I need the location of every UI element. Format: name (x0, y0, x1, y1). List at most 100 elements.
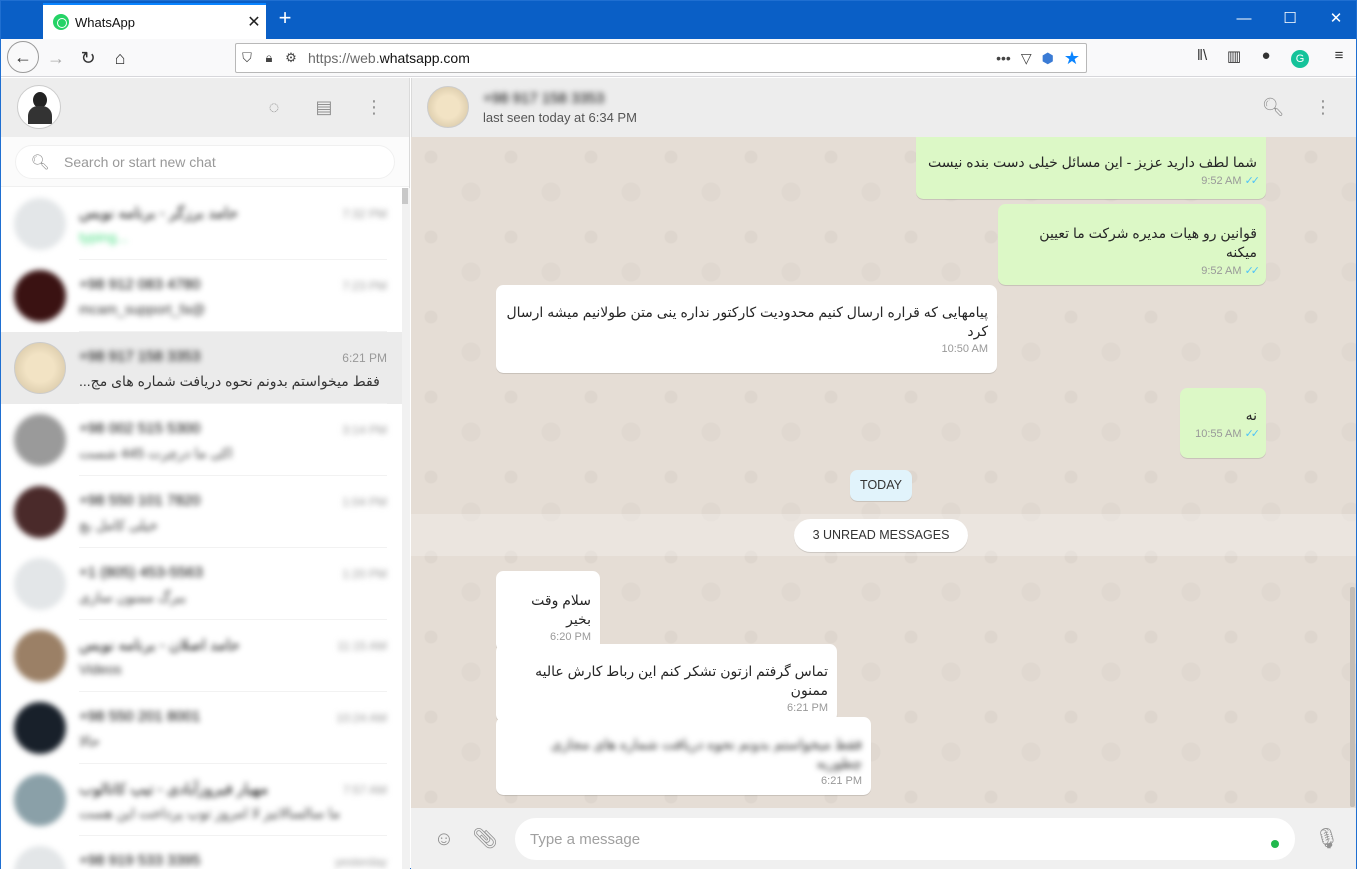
more-actions-icon[interactable]: ••• (996, 50, 1011, 66)
reload-button[interactable]: ↻ (73, 43, 103, 73)
search-messages-icon[interactable]: 🔍︎ (1261, 95, 1285, 119)
incoming-message[interactable]: فقط میخواستم بدونم نحوه دریافت شماره های… (496, 717, 871, 795)
browser-tab[interactable]: WhatsApp ✕ (43, 3, 266, 39)
chat-name: +98 919 533 3395 (79, 852, 201, 869)
chat-avatar (14, 774, 66, 826)
chat-list-item[interactable]: +98 917 158 3353 6:21 PM فقط میخواستم بدون… (1, 332, 403, 404)
conversation-header[interactable]: +98 917 158 3353 last seen today at 6:34… (411, 78, 1356, 137)
chat-list-item[interactable]: +98 550 201 8001 10:24 AM حالا (1, 692, 403, 764)
incoming-message[interactable]: تماس گرفتم ازتون تشکر کنم این رباط کارش … (496, 644, 837, 722)
chat-list-item[interactable]: +98 002 515 5300 3:14 PM اکی ما درچرت 445 … (1, 404, 403, 476)
chat-time: 1:20 PM (342, 567, 387, 581)
outgoing-message[interactable]: نه 10:55 AM ✓✓ (1180, 388, 1266, 458)
forward-button[interactable]: → (41, 43, 71, 73)
message-text: شما لطف دارید عزیز - این مسائل خیلی دست … (928, 154, 1257, 170)
chat-preview: خیلی کامل بچ (79, 517, 158, 533)
address-bar[interactable]: ⛉ 🔒︎ ⚙ https://web.whatsapp.com ••• ▽ ⬢ … (235, 43, 1087, 73)
sidebar-header: ◌ ▤ ⋮ (1, 78, 409, 137)
conversation-scroll-thumb[interactable] (1350, 587, 1355, 807)
chat-name: +98 002 515 5300 (79, 420, 201, 437)
chat-time: 1:04 PM (342, 495, 387, 509)
status-icon[interactable]: ◌ (262, 95, 286, 119)
incoming-message[interactable]: سلام وقت بخیر 6:20 PM (496, 571, 600, 651)
tab-title: WhatsApp (75, 14, 135, 30)
chat-list-item[interactable]: +98 550 101 7820 1:04 PM خیلی کامل بچ (1, 476, 403, 548)
browser-window: WhatsApp ✕ + — ☐ ✕ ← → ↻ ⌂ ⛉ 🔒︎ ⚙ https:… (0, 0, 1357, 869)
chat-avatar (14, 702, 66, 754)
search-area: 🔍︎ (1, 137, 409, 187)
chat-avatar (14, 270, 66, 322)
chat-list-item[interactable]: حامد برزگر - برنامه نویس 7:32 PM typing... (1, 188, 403, 260)
chat-avatar (14, 414, 66, 466)
unread-messages-chip: 3 UNREAD MESSAGES (794, 519, 968, 552)
chat-name: مهیار فیروزآبادی - تیپ کاتالوب (79, 781, 269, 798)
chat-name: +98 550 201 8001 (79, 708, 201, 725)
grammarly-dot-icon[interactable] (1271, 840, 1279, 848)
bookmark-star-icon[interactable]: ★ (1064, 48, 1080, 69)
conversation-menu-icon[interactable]: ⋮ (1311, 95, 1335, 119)
chat-preview: Videos (79, 661, 122, 677)
outgoing-message[interactable]: قوانین رو هیات مدیره شرکت ما تعیین میکنه… (998, 204, 1266, 285)
whatsapp-app: ◌ ▤ ⋮ 🔍︎ حامد برزگر - برنامه نویس 7:32 PM… (1, 78, 1356, 869)
my-avatar[interactable] (17, 85, 61, 129)
lock-icon[interactable]: 🔒︎ (258, 50, 280, 66)
message-text: سلام وقت بخیر (531, 592, 591, 627)
message-input[interactable] (530, 830, 1271, 848)
chat-avatar (14, 486, 66, 538)
chat-preview: اکی ما درچرت 445 شست (79, 445, 233, 461)
chat-name: +98 917 158 3353 (79, 348, 201, 365)
search-box[interactable]: 🔍︎ (15, 145, 395, 179)
message-text: تماس گرفتم ازتون تشکر کنم این رباط کارش … (535, 663, 828, 698)
chat-list-item[interactable]: حامد اصلان - برنامه نویس 11:15 AM Videos (1, 620, 403, 692)
maximize-icon[interactable]: ☐ (1267, 7, 1313, 31)
close-tab-icon[interactable]: ✕ (242, 12, 266, 32)
close-window-icon[interactable]: ✕ (1313, 7, 1357, 31)
chat-time: 7:23 PM (342, 279, 387, 293)
compose-box[interactable] (515, 818, 1295, 860)
message-text: فقط میخواستم بدونم نحوه دریافت شماره های… (550, 736, 862, 771)
message-area[interactable]: TODAY 3 UNREAD MESSAGES شما لطف دارید عز… (411, 137, 1356, 808)
account-icon[interactable]: ● (1255, 47, 1277, 64)
chat-list-item[interactable]: +98 912 083 4780 7:23 PM @mcam_support_fa (1, 260, 403, 332)
new-tab-button[interactable]: + (273, 7, 297, 31)
url-text[interactable]: https://web.whatsapp.com (308, 50, 996, 66)
minimize-icon[interactable]: — (1221, 7, 1267, 31)
home-button[interactable]: ⌂ (105, 43, 135, 73)
read-receipt-icon: ✓✓ (1244, 265, 1261, 277)
chat-preview: حالا (79, 733, 100, 749)
emoji-icon[interactable]: ☺ (431, 826, 457, 852)
navigation-bar: ← → ↻ ⌂ ⛉ 🔒︎ ⚙ https://web.whatsapp.com … (1, 39, 1356, 77)
attach-icon[interactable]: 📎︎ (472, 826, 498, 852)
extension-icon[interactable]: ⬢ (1042, 50, 1054, 67)
chat-list-item[interactable]: +98 919 533 3395 yesterday (1, 836, 403, 869)
new-chat-icon[interactable]: ▤ (312, 95, 336, 119)
tab-strip: WhatsApp ✕ + — ☐ ✕ (1, 1, 1356, 39)
chat-preview: typing... (79, 229, 129, 245)
menu-dots-icon[interactable]: ⋮ (362, 95, 386, 119)
permissions-icon[interactable]: ⚙ (280, 50, 302, 66)
chat-list-item[interactable]: مهیار فیروزآبادی - تیپ کاتالوب 7:57 AM ما … (1, 764, 403, 836)
menu-icon[interactable]: ≡ (1328, 47, 1350, 64)
library-icon[interactable]: ‖\ (1191, 47, 1213, 64)
chat-name: +98 912 083 4780 (79, 276, 201, 293)
chat-avatar (14, 630, 66, 682)
sidebar-scrollbar[interactable] (402, 188, 410, 869)
sidebar-scroll-thumb[interactable] (402, 188, 408, 204)
microphone-icon[interactable]: 🎙︎ (1314, 826, 1340, 852)
chat-time: 11:15 AM (337, 639, 387, 653)
contact-avatar[interactable] (427, 86, 469, 128)
back-button[interactable]: ← (7, 41, 39, 73)
incoming-message[interactable]: پیامهایی که قراره ارسال کنیم محدودیت کار… (496, 285, 997, 373)
shield-icon[interactable]: ⛉ (236, 50, 258, 66)
message-time: 6:20 PM (550, 631, 591, 643)
message-time: 10:50 AM (941, 343, 988, 355)
chat-time: 3:14 PM (342, 423, 387, 437)
contact-name[interactable]: +98 917 158 3353 (483, 90, 604, 107)
search-input[interactable] (64, 154, 394, 170)
sidebar-toggle-icon[interactable]: ▥ (1223, 47, 1245, 65)
chat-list-item[interactable]: +1 (805) 453-5563 1:20 PM ببرگ ممنون سازی (1, 548, 403, 620)
grammarly-icon[interactable]: G (1289, 49, 1311, 68)
chat-preview: @mcam_support_fa (79, 301, 206, 317)
outgoing-message[interactable]: شما لطف دارید عزیز - این مسائل خیلی دست … (916, 137, 1266, 199)
pocket-icon[interactable]: ▽ (1021, 50, 1032, 67)
